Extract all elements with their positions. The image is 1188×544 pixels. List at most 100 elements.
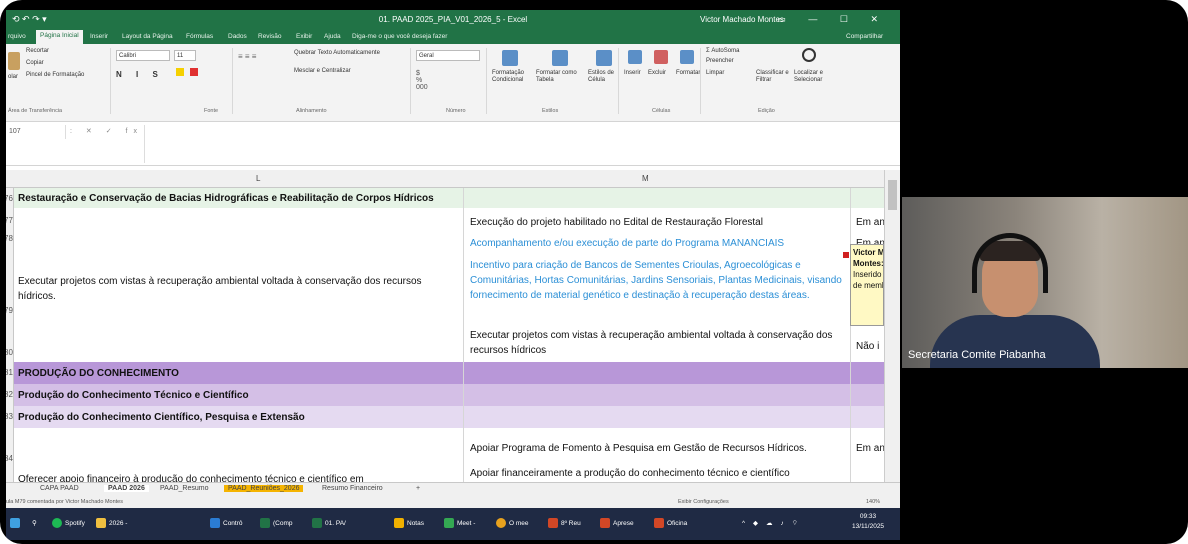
system-tray-icons[interactable]: ^◆☁♪⌔ — [742, 518, 806, 530]
cell-l85[interactable]: Oferecer apoio financeiro à produção do … — [18, 472, 364, 482]
start-button[interactable] — [10, 518, 23, 530]
taskbar-spotify[interactable]: Spotify — [52, 518, 85, 530]
taskbar-ppt-reuniao[interactable]: 8º Reu — [548, 518, 581, 530]
highlight-color-icon[interactable] — [176, 68, 184, 76]
taskbar-excel-comp[interactable]: (Comp — [260, 518, 293, 530]
search-icon[interactable]: ⚲ — [32, 518, 37, 530]
tab-layout[interactable]: Layout da Página — [122, 33, 173, 40]
cell-m78[interactable]: Acompanhamento e/ou execução de parte do… — [470, 236, 784, 251]
formula-icons[interactable]: : ✕ ✓ fx — [70, 125, 143, 139]
taskbar-ppt-apresentacao[interactable]: Aprese — [600, 518, 634, 530]
conditional-format-icon[interactable] — [502, 50, 518, 66]
sort-filter-button[interactable]: Classificar e Filtrar — [756, 70, 792, 84]
paste-icon[interactable] — [8, 52, 20, 70]
sheet-tab-resumo-financeiro[interactable]: Resumo Financeiro — [322, 485, 383, 492]
cell-n77[interactable]: Em and — [856, 215, 884, 230]
font-size-select[interactable]: 11 — [174, 50, 196, 61]
find-select-button[interactable]: Localizar e Selecionar — [794, 70, 834, 84]
column-header-m[interactable]: M — [642, 174, 649, 183]
align-icons[interactable]: ≡ ≡ ≡ — [238, 52, 256, 61]
format-table-icon[interactable] — [552, 50, 568, 66]
sheet-tab-reunioes[interactable]: PAAD_Reuniões_2026 — [224, 485, 304, 492]
cell-l83[interactable]: Produção do Conhecimento Científico, Pes… — [18, 410, 305, 425]
clear-button[interactable]: Limpar — [706, 70, 724, 76]
add-sheet-button[interactable]: + — [416, 485, 420, 492]
taskbar-meet[interactable]: Meet - — [444, 518, 475, 530]
search-icon[interactable] — [802, 48, 816, 62]
tell-me-search[interactable]: Diga-me o que você deseja fazer — [352, 33, 447, 40]
tab-arquivo[interactable]: rquivo — [8, 33, 26, 40]
format-table-button[interactable]: Formatar como Tabela — [536, 70, 584, 84]
taskbar-excel-paad[interactable]: 01. PA/ — [312, 518, 346, 530]
delete-cells-button[interactable]: Excluir — [648, 70, 666, 76]
taskbar-notas[interactable]: Notas — [394, 518, 424, 530]
wrap-text-button[interactable]: Quebrar Texto Automaticamente — [294, 50, 380, 56]
row-number[interactable]: 76 — [6, 194, 13, 203]
tab-exibir[interactable]: Exibir — [296, 33, 312, 40]
fill-button[interactable]: Preencher — [706, 58, 734, 64]
tab-revisao[interactable]: Revisão — [258, 33, 281, 40]
number-format-select[interactable]: Geral — [416, 50, 480, 61]
row-number[interactable]: 81 — [6, 368, 13, 377]
row-number[interactable]: 83 — [6, 412, 13, 421]
autosum-button[interactable]: Σ AutoSoma — [706, 48, 739, 54]
tab-ajuda[interactable]: Ajuda — [324, 33, 341, 40]
row-number[interactable]: 78 — [6, 234, 13, 243]
conditional-format-button[interactable]: Formatação Condicional — [492, 70, 532, 84]
cell-m77[interactable]: Execução do projeto habilitado no Edital… — [470, 215, 763, 230]
row-number[interactable]: 84 — [6, 454, 13, 463]
cell-comment[interactable]: Victor M Montes: Inserido a de memb — [850, 244, 884, 326]
format-painter-button[interactable]: Pincel de Formatação — [26, 72, 84, 78]
sheet-tab-capa[interactable]: CAPA PAAD — [40, 485, 79, 492]
worksheet-grid[interactable]: Restauração e Conservação de Bacias Hidr… — [14, 188, 884, 482]
name-box[interactable]: 107 — [6, 125, 66, 139]
format-cells-icon[interactable] — [680, 50, 694, 64]
cell-l82[interactable]: Produção do Conhecimento Técnico e Cient… — [18, 388, 249, 403]
cell-styles-icon[interactable] — [596, 50, 612, 66]
signed-in-user[interactable]: Victor Machado Montes — [700, 15, 784, 24]
cell-m85[interactable]: Apoiar financeiramente a produção do con… — [470, 466, 790, 481]
insert-cells-button[interactable]: Inserir — [624, 70, 641, 76]
row-number[interactable]: 77 — [6, 216, 13, 225]
cell-l76[interactable]: Restauração e Conservação de Bacias Hidr… — [18, 191, 818, 206]
share-button[interactable]: Compartilhar — [846, 33, 883, 40]
format-cells-button[interactable]: Formatar — [676, 70, 700, 76]
window-controls[interactable]: ▭ — ☐ ✕ — [777, 14, 888, 25]
delete-cells-icon[interactable] — [654, 50, 668, 64]
row-number[interactable]: 80 — [6, 348, 13, 357]
scroll-thumb[interactable] — [888, 180, 897, 210]
tab-formulas[interactable]: Fórmulas — [186, 33, 213, 40]
tab-inserir[interactable]: Inserir — [90, 33, 108, 40]
zoom-level[interactable]: 140% — [866, 499, 880, 505]
paste-label[interactable]: olar — [8, 74, 18, 80]
copy-button[interactable]: Copiar — [26, 60, 44, 66]
cell-n84[interactable]: Em and — [856, 441, 884, 456]
column-header-l[interactable]: L — [256, 174, 260, 183]
font-name-select[interactable]: Calibri — [116, 50, 170, 61]
vertical-scrollbar[interactable] — [884, 170, 900, 482]
taskbar-contro[interactable]: Contrô — [210, 518, 243, 530]
taskbar-folder[interactable]: 2026 - — [96, 518, 127, 530]
cut-button[interactable]: Recortar — [26, 48, 49, 54]
merge-center-button[interactable]: Mesclar e Centralizar — [294, 68, 351, 74]
cell-m80[interactable]: Executar projetos com vistas à recuperaç… — [470, 328, 846, 358]
font-style-buttons[interactable]: N I S — [116, 70, 164, 79]
display-settings-button[interactable]: Exibir Configurações — [678, 499, 729, 505]
taskbar-chrome-meet[interactable]: O mee — [496, 518, 529, 530]
sheet-tab-paad-2026[interactable]: PAAD 2026 — [104, 485, 149, 492]
cell-m79[interactable]: Incentivo para criação de Bancos de Seme… — [470, 258, 846, 303]
tab-pagina-inicial[interactable]: Página Inicial — [36, 30, 83, 44]
row-number[interactable]: 82 — [6, 390, 13, 399]
insert-cells-icon[interactable] — [628, 50, 642, 64]
cell-n80[interactable]: Não i — [856, 339, 879, 354]
clock[interactable]: 09:33 13/11/2025 — [852, 512, 884, 532]
cell-l81[interactable]: PRODUÇÃO DO CONHECIMENTO — [18, 366, 179, 381]
cell-m84[interactable]: Apoiar Programa de Fomento à Pesquisa em… — [470, 441, 807, 456]
formula-input[interactable] — [144, 125, 896, 163]
row-number[interactable]: 79 — [6, 306, 13, 315]
sheet-tab-paad-resumo[interactable]: PAAD_Resumo — [160, 485, 209, 492]
font-color-icon[interactable] — [190, 68, 198, 76]
cell-l79[interactable]: Executar projetos com vistas à recuperaç… — [18, 274, 438, 304]
taskbar-ppt-oficina[interactable]: Oficina — [654, 518, 687, 530]
comment-indicator-icon[interactable] — [843, 252, 849, 258]
